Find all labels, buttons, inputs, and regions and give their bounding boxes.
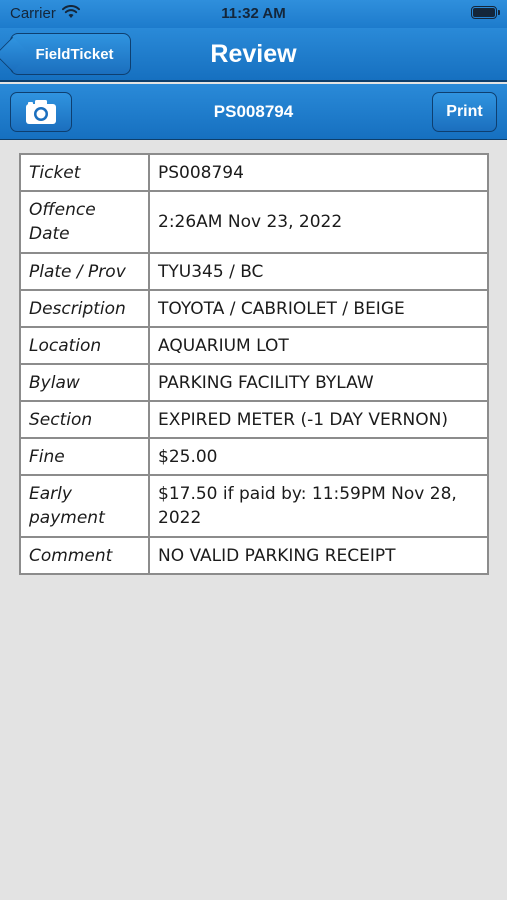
battery-icon [471,6,500,19]
table-row: Fine $25.00 [19,437,489,476]
ticket-number-title: PS008794 [213,102,294,121]
row-value: PARKING FACILITY BYLAW [148,363,489,402]
table-row: Description TOYOTA / CABRIOLET / BEIGE [19,289,489,328]
row-label: Ticket [19,153,150,192]
row-label: Early payment [19,474,150,538]
back-button-label: FieldTicket [35,45,114,63]
row-label: Offence Date [19,190,150,254]
row-value: TOYOTA / CABRIOLET / BEIGE [148,289,489,328]
row-label: Location [19,326,150,365]
row-label: Bylaw [19,363,150,402]
table-row: Ticket PS008794 [19,153,489,192]
table-row: Location AQUARIUM LOT [19,326,489,365]
row-label: Comment [19,536,150,575]
navigation-bar: FieldTicket Review [0,28,507,82]
row-label: Fine [19,437,150,476]
toolbar: PS008794 Print [0,84,507,140]
table-row: Comment NO VALID PARKING RECEIPT [19,536,489,575]
table-row: Section EXPIRED METER (-1 DAY VERNON) [19,400,489,439]
row-label: Description [19,289,150,328]
row-value: TYU345 / BC [148,252,489,291]
status-time: 11:32 AM [221,5,286,22]
row-value: $25.00 [148,437,489,476]
print-button[interactable]: Print [432,92,497,132]
row-value: $17.50 if paid by: 11:59PM Nov 28, 2022 [148,474,489,538]
table-row: Early payment $17.50 if paid by: 11:59PM… [19,474,489,538]
row-label: Plate / Prov [19,252,150,291]
row-value: 2:26AM Nov 23, 2022 [148,190,489,254]
row-value: EXPIRED METER (-1 DAY VERNON) [148,400,489,439]
row-value: PS008794 [148,153,489,192]
row-value: AQUARIUM LOT [148,326,489,365]
status-bar: Carrier 11:32 AM [0,0,507,28]
table-row: Offence Date 2:26AM Nov 23, 2022 [19,190,489,254]
row-label: Section [19,400,150,439]
row-value: NO VALID PARKING RECEIPT [148,536,489,575]
table-row: Bylaw PARKING FACILITY BYLAW [19,363,489,402]
ticket-details-table: Ticket PS008794 Offence Date 2:26AM Nov … [19,153,489,575]
table-row: Plate / Prov TYU345 / BC [19,252,489,291]
